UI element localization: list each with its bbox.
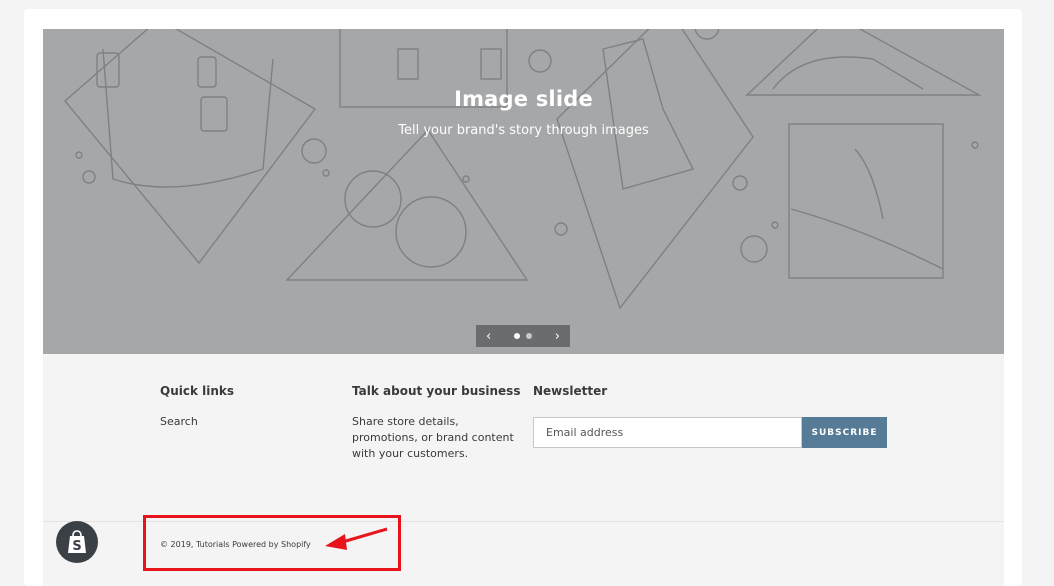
newsletter-form: SUBSCRIBE — [533, 417, 887, 448]
business-title: Talk about your business — [352, 384, 521, 398]
hero-title: Image slide — [454, 87, 593, 111]
shopify-bag-icon[interactable]: S — [56, 521, 98, 563]
slide-dot-2[interactable] — [526, 333, 532, 339]
chevron-right-icon[interactable]: › — [555, 330, 560, 343]
business-text-line: Share store details, — [352, 415, 459, 428]
hero-subtitle: Tell your brand's story through images — [398, 123, 649, 138]
image-slideshow: Image slide Tell your brand's story thro… — [43, 29, 1004, 354]
chevron-left-icon[interactable]: ‹ — [486, 330, 491, 343]
slideshow-controls: ‹ › — [476, 325, 570, 347]
quick-links-title: Quick links — [160, 384, 235, 398]
quick-links-list: Search — [160, 414, 198, 430]
business-text-line: with your customers. — [352, 447, 469, 460]
footer-link-search[interactable]: Search — [160, 415, 198, 428]
email-field[interactable] — [533, 417, 802, 448]
annotation-arrow-icon — [325, 527, 388, 550]
business-text-line: promotions, or brand content — [352, 431, 514, 444]
svg-text:S: S — [72, 539, 81, 554]
hero-illustration — [64, 29, 982, 310]
slide-dots — [514, 333, 532, 339]
newsletter-title: Newsletter — [533, 384, 608, 398]
slide-dot-1[interactable] — [514, 333, 520, 339]
business-text: Share store details, promotions, or bran… — [352, 414, 514, 462]
subscribe-button[interactable]: SUBSCRIBE — [802, 417, 887, 448]
